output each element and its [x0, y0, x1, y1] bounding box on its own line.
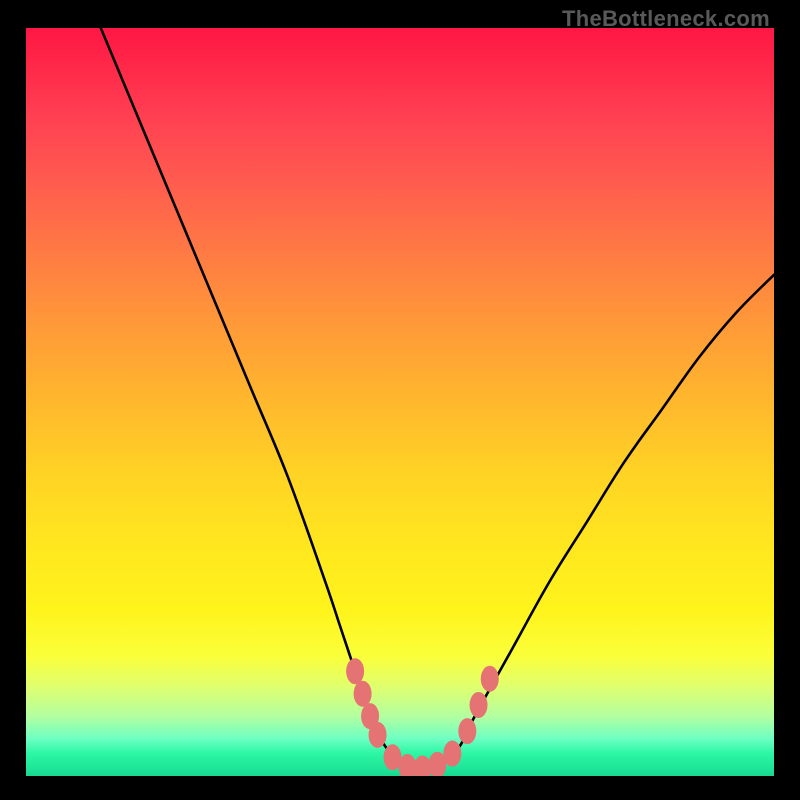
highlight-marker [458, 718, 476, 744]
highlight-marker [354, 681, 372, 707]
bottleneck-curve-svg [26, 28, 774, 776]
highlight-marker [470, 692, 488, 718]
highlight-marker [481, 666, 499, 692]
watermark-text: TheBottleneck.com [562, 6, 770, 32]
highlight-marker [346, 658, 364, 684]
highlight-marker [443, 741, 461, 767]
chart-plot-area [26, 28, 774, 776]
bottleneck-curve-path [101, 28, 774, 770]
highlight-marker [369, 722, 387, 748]
highlight-markers [346, 658, 499, 776]
